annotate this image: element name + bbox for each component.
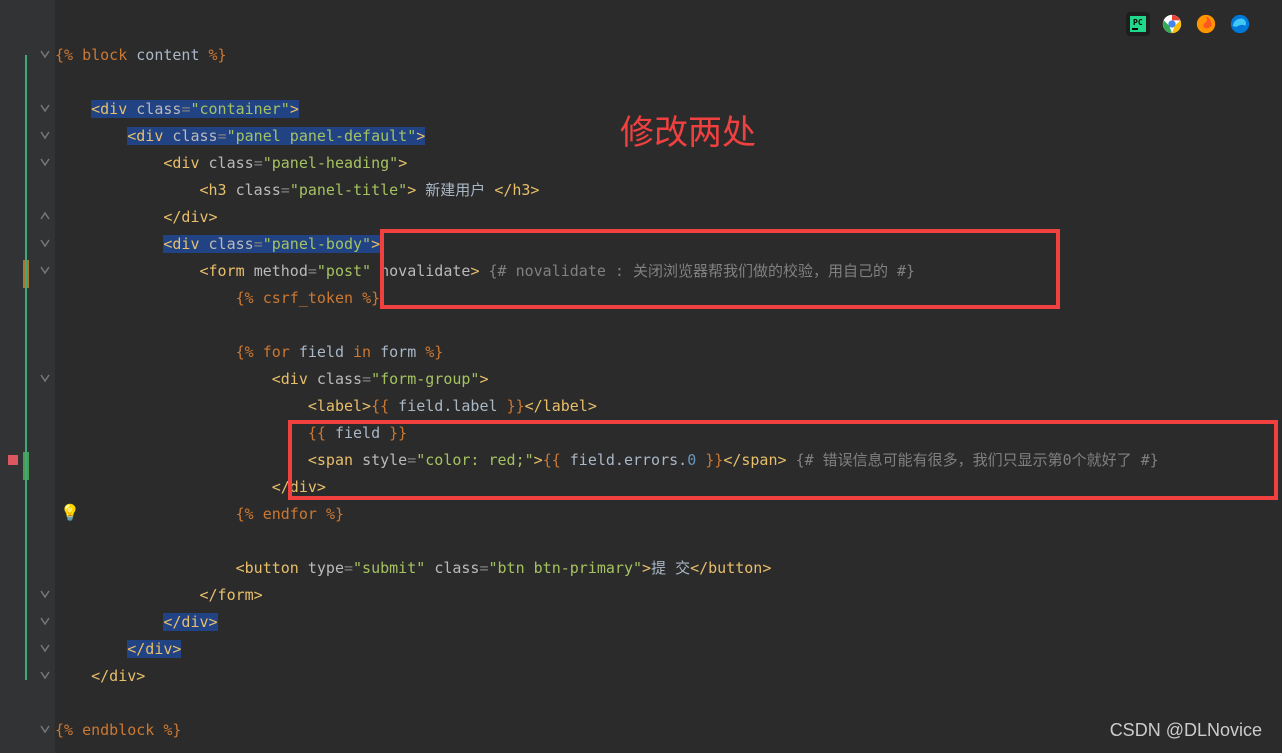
code-line[interactable]: {% block content %} [55, 42, 1282, 69]
annotation-box-2 [288, 420, 1278, 500]
code-line[interactable] [55, 690, 1282, 717]
annotation-box-1 [380, 229, 1060, 309]
code-line[interactable] [55, 528, 1282, 555]
fold-toggle-icon[interactable] [40, 129, 52, 141]
code-line[interactable]: <label>{{ field.label }}</label> [55, 393, 1282, 420]
fold-toggle-icon[interactable] [40, 237, 52, 249]
code-line[interactable] [55, 312, 1282, 339]
fold-toggle-icon[interactable] [40, 615, 52, 627]
code-line[interactable]: <button type="submit" class="btn btn-pri… [55, 555, 1282, 582]
pycharm-icon[interactable]: PC [1126, 12, 1150, 36]
chrome-icon[interactable] [1160, 12, 1184, 36]
fold-toggle-icon[interactable] [40, 723, 52, 735]
breakpoint-marker[interactable] [8, 455, 18, 465]
indent-guide [25, 55, 27, 680]
firefox-icon[interactable] [1194, 12, 1218, 36]
app-icons: PC [1126, 12, 1252, 36]
code-line[interactable] [55, 69, 1282, 96]
fold-toggle-icon[interactable] [40, 588, 52, 600]
watermark: CSDN @DLNovice [1110, 720, 1262, 741]
code-line[interactable]: </form> [55, 582, 1282, 609]
code-line[interactable]: </div> [55, 609, 1282, 636]
annotation-title: 修改两处 [620, 105, 756, 154]
fold-toggle-icon[interactable] [40, 210, 52, 222]
code-line[interactable]: {% endblock %} [55, 717, 1282, 744]
svg-text:PC: PC [1133, 18, 1143, 27]
code-line[interactable]: </div> [55, 636, 1282, 663]
code-line[interactable]: <div class="panel-heading"> [55, 150, 1282, 177]
code-line[interactable]: {% for field in form %} [55, 339, 1282, 366]
fold-toggle-icon[interactable] [40, 156, 52, 168]
fold-toggle-icon[interactable] [40, 264, 52, 276]
fold-toggle-icon[interactable] [40, 669, 52, 681]
code-line[interactable]: </div> [55, 663, 1282, 690]
code-line[interactable]: {% endfor %} [55, 501, 1282, 528]
code-line[interactable]: </div> [55, 204, 1282, 231]
fold-toggle-icon[interactable] [40, 48, 52, 60]
fold-toggle-icon[interactable] [40, 642, 52, 654]
fold-toggle-icon[interactable] [40, 372, 52, 384]
edge-icon[interactable] [1228, 12, 1252, 36]
code-line[interactable]: <div class="form-group"> [55, 366, 1282, 393]
code-line[interactable]: <h3 class="panel-title"> 新建用户 </h3> [55, 177, 1282, 204]
fold-toggle-icon[interactable] [40, 102, 52, 114]
